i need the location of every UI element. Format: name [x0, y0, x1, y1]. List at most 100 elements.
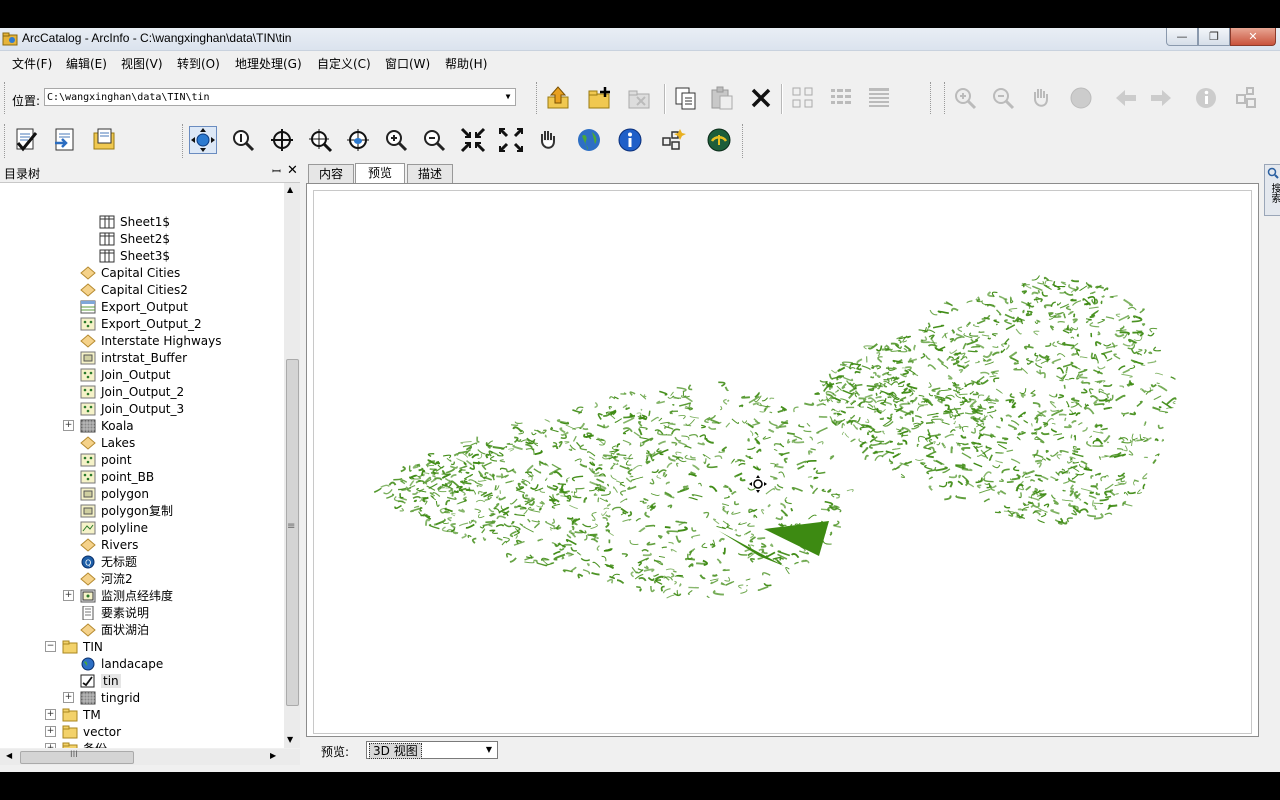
preview-pane[interactable]: [306, 183, 1259, 737]
3d-view-canvas[interactable]: [313, 190, 1252, 734]
forward-button[interactable]: [1147, 84, 1175, 112]
navigate-3d-button[interactable]: [189, 126, 217, 154]
back-button[interactable]: [1112, 84, 1140, 112]
toolbar-grip[interactable]: [930, 82, 935, 114]
disconnect-folder-button[interactable]: [626, 84, 654, 112]
tree-item-export_output[interactable]: Export_Output: [80, 298, 188, 315]
search-side-tab[interactable]: 搜索: [1264, 164, 1280, 216]
expand-icon[interactable]: +: [63, 590, 74, 601]
zoom-out-button[interactable]: [989, 84, 1017, 112]
tree-item-point_bb[interactable]: point_BB: [80, 468, 154, 485]
close-icon[interactable]: ✕: [287, 163, 298, 178]
launch-arcmap-button[interactable]: [705, 126, 733, 154]
tree-item-sheet2$[interactable]: Sheet2$: [99, 230, 170, 247]
export-metadata-button[interactable]: [90, 126, 118, 154]
tree-item-备份[interactable]: + 备份: [45, 740, 107, 748]
menu-help[interactable]: 帮助(H): [445, 55, 487, 72]
tree-item-landacape[interactable]: landacape: [80, 655, 163, 672]
maximize-button[interactable]: ❐: [1198, 28, 1230, 46]
large-icons-button[interactable]: [789, 84, 817, 112]
menu-window[interactable]: 窗口(W): [385, 55, 430, 72]
tree-item-tin[interactable]: tin: [80, 672, 121, 689]
tree-item-vector[interactable]: + vector: [45, 723, 121, 740]
scroll-left-arrow[interactable]: ◀: [6, 751, 12, 760]
minimize-button[interactable]: —: [1166, 28, 1198, 46]
menu-geoprocessing[interactable]: 地理处理(G): [235, 55, 302, 72]
tree-item-rivers[interactable]: Rivers: [80, 536, 138, 553]
layout-button[interactable]: [1233, 84, 1261, 112]
paste-button[interactable]: [708, 84, 736, 112]
edit-metadata-button[interactable]: [12, 126, 40, 154]
expand-icon[interactable]: +: [45, 726, 56, 737]
tree-item-tingrid[interactable]: + tingrid: [63, 689, 140, 706]
toolbar-grip[interactable]: [536, 82, 541, 114]
tree-item-interstate-highways[interactable]: Interstate Highways: [80, 332, 221, 349]
create-thumbnail-button[interactable]: [659, 126, 687, 154]
tree-item-监测点经纬度[interactable]: + 监测点经纬度: [63, 587, 173, 604]
pan-hand-button[interactable]: [534, 126, 562, 154]
tree-item-export_output_2[interactable]: Export_Output_2: [80, 315, 202, 332]
expand-icon[interactable]: +: [45, 743, 56, 748]
identify-button[interactable]: [616, 126, 644, 154]
full-extent-globe-button[interactable]: [575, 126, 603, 154]
tree-item-tin[interactable]: − TIN: [45, 638, 103, 655]
expand-icon[interactable]: +: [63, 420, 74, 431]
expand-icon[interactable]: +: [63, 692, 74, 703]
tree-item-tm[interactable]: + TM: [45, 706, 101, 723]
tree-item-capital-cities2[interactable]: Capital Cities2: [80, 281, 188, 298]
menu-edit[interactable]: 编辑(E): [66, 55, 107, 72]
tree-item-polygon复制[interactable]: polygon复制: [80, 502, 173, 519]
import-metadata-button[interactable]: [51, 126, 79, 154]
catalog-tree[interactable]: Sheet1$ Sheet2$ Sheet3$ Capital Cities Capit…: [0, 183, 284, 748]
tab-description[interactable]: 描述: [407, 164, 453, 183]
tree-item-polyline[interactable]: polyline: [80, 519, 148, 536]
up-one-level-button[interactable]: [544, 84, 572, 112]
collapse-icon[interactable]: −: [45, 641, 56, 652]
zoom-out-button[interactable]: [420, 126, 448, 154]
tree-item-join_output[interactable]: Join_Output: [80, 366, 171, 383]
toolbar-grip[interactable]: [4, 82, 9, 114]
zoom-in-button[interactable]: [382, 126, 410, 154]
scroll-up-arrow[interactable]: ▲: [287, 185, 293, 194]
scroll-thumb[interactable]: [286, 359, 299, 706]
tree-vertical-scrollbar[interactable]: ▲ ≡ ▼: [284, 183, 300, 748]
tree-item-面状湖泊[interactable]: 面状湖泊: [80, 621, 149, 638]
menu-customize[interactable]: 自定义(C): [317, 55, 371, 72]
tree-horizontal-scrollbar[interactable]: ◀ III ▶: [0, 749, 300, 765]
set-observer-button[interactable]: [344, 126, 372, 154]
location-input[interactable]: C:\wangxinghan\data\TIN\tin ▼: [44, 88, 516, 106]
tree-item-polygon[interactable]: polygon: [80, 485, 149, 502]
identify-button[interactable]: [1192, 84, 1220, 112]
scroll-down-arrow[interactable]: ▼: [287, 735, 293, 744]
preview-mode-select[interactable]: 3D 视图 ▼: [366, 741, 498, 759]
menu-file[interactable]: 文件(F): [12, 55, 52, 72]
copy-button[interactable]: [672, 84, 700, 112]
tree-item-要素说明[interactable]: 要素说明: [80, 604, 149, 621]
zoom-out-fixed-button[interactable]: [497, 126, 525, 154]
full-extent-button[interactable]: [1067, 84, 1095, 112]
tree-item-lakes[interactable]: Lakes: [80, 434, 135, 451]
tree-item-intrstat_buffer[interactable]: intrstat_Buffer: [80, 349, 187, 366]
zoom-in-fixed-button[interactable]: [459, 126, 487, 154]
tree-item-join_output_3[interactable]: Join_Output_3: [80, 400, 184, 417]
tree-item-无标题[interactable]: Q 无标题: [80, 553, 137, 570]
tree-item-sheet1$[interactable]: Sheet1$: [99, 213, 170, 230]
toolbar-grip[interactable]: [4, 124, 9, 158]
menu-view[interactable]: 视图(V): [121, 55, 163, 72]
tree-item-point[interactable]: point: [80, 451, 132, 468]
close-button[interactable]: ✕: [1230, 28, 1276, 46]
title-bar[interactable]: ArcCatalog - ArcInfo - C:\wangxinghan\da…: [0, 28, 1280, 51]
zoom-in-out-button[interactable]: [229, 126, 257, 154]
chevron-down-icon[interactable]: ▼: [481, 742, 497, 758]
tab-contents[interactable]: 内容: [308, 164, 354, 183]
pin-icon[interactable]: ꟷ: [272, 164, 281, 179]
toolbar-grip[interactable]: [182, 124, 187, 158]
chevron-down-icon[interactable]: ▼: [501, 89, 515, 105]
zoom-in-button[interactable]: [951, 84, 979, 112]
tree-item-join_output_2[interactable]: Join_Output_2: [80, 383, 184, 400]
tab-preview[interactable]: 预览: [355, 163, 405, 183]
tree-item-capital-cities[interactable]: Capital Cities: [80, 264, 180, 281]
details-button[interactable]: [865, 84, 893, 112]
expand-icon[interactable]: +: [45, 709, 56, 720]
list-button[interactable]: [827, 84, 855, 112]
